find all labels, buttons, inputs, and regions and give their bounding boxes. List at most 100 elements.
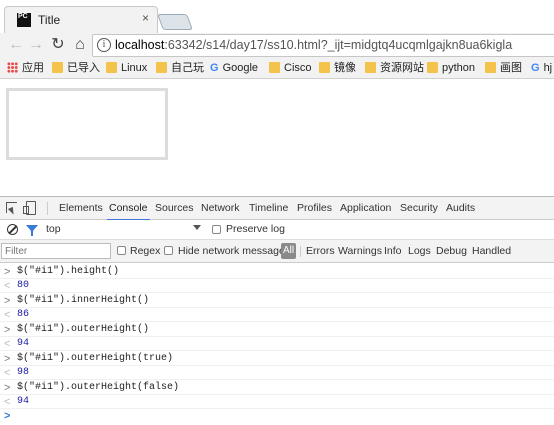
- devtools-panel: Elements Console Sources Network Timelin…: [0, 196, 554, 424]
- console-result-line: <94: [0, 395, 554, 409]
- bookmark-label: Google: [222, 62, 259, 74]
- console-output: > $("#i1").height() <80 > $("#i1").innerHe…: [0, 263, 554, 425]
- console-result-line: <98: [0, 366, 554, 380]
- tab-elements[interactable]: Elements: [59, 202, 103, 214]
- tab-sources[interactable]: Sources: [155, 202, 194, 214]
- bookmark-hj[interactable]: Ghj: [531, 60, 552, 76]
- bookmark-label: 资源网站: [380, 62, 424, 74]
- console-context-bar: top Preserve log: [0, 220, 554, 240]
- google-icon: G: [531, 62, 540, 74]
- level-debug-button[interactable]: Debug: [436, 245, 467, 257]
- bookmark-apps[interactable]: 应用: [7, 60, 44, 76]
- folder-icon: [106, 62, 117, 73]
- google-icon: G: [210, 62, 219, 74]
- level-errors-button[interactable]: Errors: [306, 245, 335, 257]
- level-warnings-button[interactable]: Warnings: [338, 245, 382, 257]
- folder-icon: [319, 62, 330, 73]
- pycharm-favicon-icon: PC: [17, 13, 31, 27]
- device-toolbar-icon[interactable]: [23, 201, 36, 215]
- devtools-tabbar: Elements Console Sources Network Timelin…: [0, 197, 554, 221]
- tab-network[interactable]: Network: [201, 202, 240, 214]
- console-code: $("#i1").outerHeight(): [17, 324, 150, 335]
- console-result-line: <86: [0, 308, 554, 322]
- bookmark-cisco[interactable]: Cisco: [269, 60, 312, 76]
- result-chevron-icon: <: [4, 396, 11, 408]
- level-logs-button[interactable]: Logs: [408, 245, 431, 257]
- forward-arrow-icon[interactable]: →: [26, 35, 46, 55]
- input-chevron-icon: >: [4, 266, 11, 278]
- back-arrow-icon[interactable]: ←: [6, 35, 26, 55]
- bookmark-mirror[interactable]: 镜像: [319, 60, 356, 76]
- tab-timeline[interactable]: Timeline: [249, 202, 288, 214]
- console-result-line: <94: [0, 337, 554, 351]
- console-code: $("#i1").innerHeight(): [17, 295, 150, 306]
- inspect-element-icon[interactable]: [6, 202, 17, 213]
- home-icon[interactable]: ⌂: [70, 35, 90, 55]
- info-icon[interactable]: i: [97, 38, 111, 52]
- context-select[interactable]: top: [46, 223, 61, 235]
- folder-icon: [485, 62, 496, 73]
- console-input-line: > $("#i1").outerHeight(): [0, 323, 554, 337]
- filter-input[interactable]: [1, 243, 111, 259]
- bookmarks-bar: 应用 已导入 Linux 自己玩 G Google Cisco 镜像 资源网站 p…: [0, 58, 554, 79]
- new-tab-button[interactable]: [157, 14, 193, 30]
- regex-checkbox[interactable]: [117, 246, 126, 255]
- regex-label: Regex: [130, 245, 161, 257]
- tab-profiles[interactable]: Profiles: [297, 202, 332, 214]
- apps-icon: [7, 62, 18, 73]
- bookmark-python[interactable]: python: [427, 60, 475, 76]
- bookmark-linux[interactable]: Linux: [106, 60, 147, 76]
- preserve-log-label: Preserve log: [226, 223, 285, 235]
- level-info-button[interactable]: Info: [384, 245, 402, 257]
- bookmark-label: 画图: [500, 62, 522, 74]
- level-handled-button[interactable]: Handled: [472, 245, 511, 257]
- input-chevron-icon: >: [4, 382, 11, 394]
- bookmark-label: hj: [543, 62, 553, 74]
- result-chevron-icon: <: [4, 367, 11, 379]
- prompt-chevron-icon: >: [4, 410, 11, 422]
- reload-icon[interactable]: ↻: [48, 35, 68, 55]
- level-all-button[interactable]: All: [281, 243, 296, 259]
- tab-application[interactable]: Application: [340, 202, 391, 214]
- console-input-line: > $("#i1").outerHeight(false): [0, 381, 554, 395]
- hide-network-checkbox[interactable]: [164, 246, 173, 255]
- folder-icon: [365, 62, 376, 73]
- tab-strip: PC Title ×: [0, 0, 554, 33]
- address-bar[interactable]: i localhost:63342/s14/day17/ss10.html?_i…: [92, 34, 554, 57]
- console-result: 94: [17, 396, 30, 407]
- result-chevron-icon: <: [4, 338, 11, 350]
- folder-icon: [269, 62, 280, 73]
- console-prompt-line[interactable]: >: [0, 409, 554, 423]
- bookmark-ziji[interactable]: 自己玩: [156, 60, 204, 76]
- tab-console[interactable]: Console: [107, 202, 150, 221]
- console-code: $("#i1").outerHeight(true): [17, 353, 174, 364]
- console-code: $("#i1").height(): [17, 266, 120, 277]
- bookmark-resources[interactable]: 资源网站: [365, 60, 424, 76]
- bookmark-drawing[interactable]: 画图: [485, 60, 522, 76]
- preserve-log-checkbox[interactable]: [212, 225, 221, 234]
- browser-tab[interactable]: PC Title ×: [4, 6, 158, 33]
- tab-close-icon[interactable]: ×: [142, 11, 149, 25]
- console-code: $("#i1").outerHeight(false): [17, 382, 180, 393]
- clear-console-icon[interactable]: [7, 224, 18, 235]
- input-chevron-icon: >: [4, 353, 11, 365]
- hide-network-label: Hide network messages: [178, 245, 291, 257]
- input-chevron-icon: >: [4, 295, 11, 307]
- filter-icon[interactable]: [26, 225, 38, 236]
- bookmark-label: 应用: [22, 62, 44, 74]
- result-chevron-icon: <: [4, 309, 11, 321]
- bookmark-imported[interactable]: 已导入: [52, 60, 100, 76]
- bookmark-label: 镜像: [334, 62, 356, 74]
- console-result: 80: [17, 280, 30, 291]
- result-chevron-icon: <: [4, 280, 11, 292]
- tab-security[interactable]: Security: [400, 202, 438, 214]
- bookmark-google[interactable]: G Google: [210, 60, 258, 76]
- chevron-down-icon[interactable]: [193, 225, 201, 230]
- console-input-line: > $("#i1").innerHeight(): [0, 294, 554, 308]
- tab-audits[interactable]: Audits: [446, 202, 475, 214]
- url-text[interactable]: localhost:63342/s14/day17/ss10.html?_ijt…: [115, 38, 512, 52]
- bookmark-label: python: [442, 62, 476, 74]
- console-input-line: > $("#i1").outerHeight(true): [0, 352, 554, 366]
- page-viewport: [0, 80, 554, 196]
- console-result: 86: [17, 309, 30, 320]
